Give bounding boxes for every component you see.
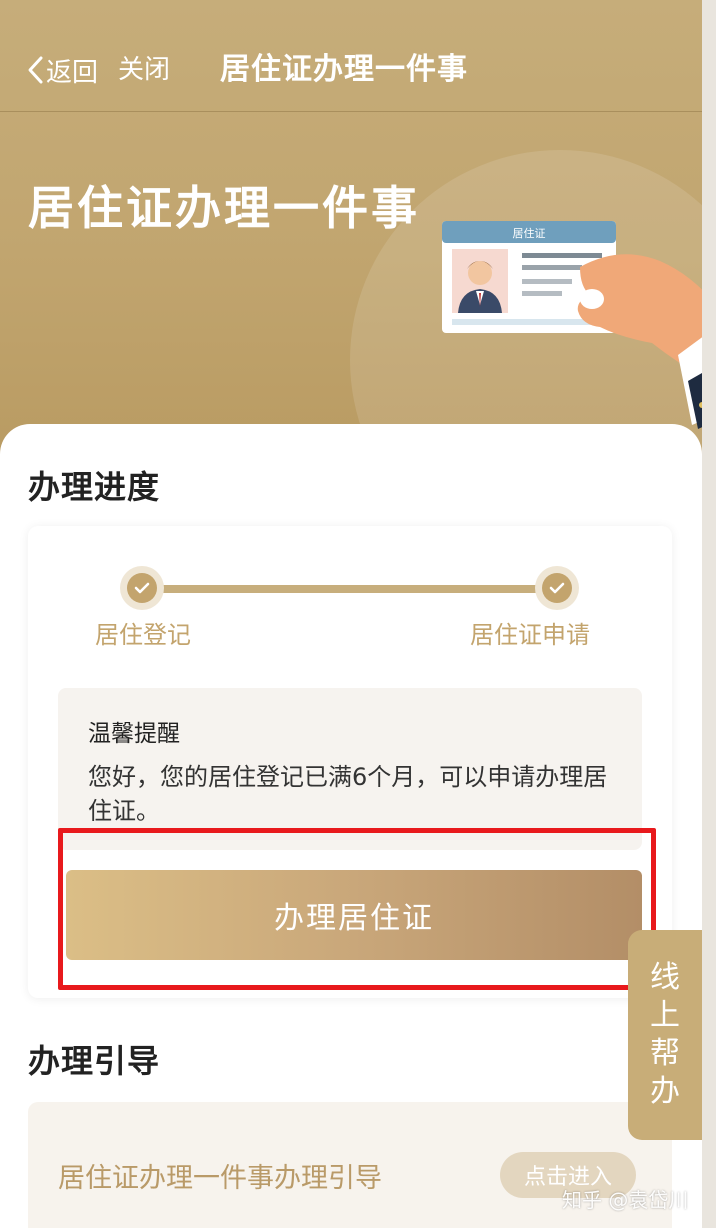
watermark: 知乎 @袁岱川: [562, 1188, 689, 1212]
back-button[interactable]: 返回: [26, 50, 98, 90]
online-help-button[interactable]: 线上帮办: [628, 930, 702, 1140]
step-2-check: [535, 566, 579, 610]
chevron-left-icon: [28, 56, 43, 84]
page-edge: [702, 0, 716, 1228]
progress-track: [142, 585, 558, 593]
close-button[interactable]: 关闭: [118, 50, 170, 90]
step-1-check: [120, 566, 164, 610]
guide-section-title: 办理引导: [28, 1042, 161, 1080]
step-label-residence-permit-application: 居住证申请: [470, 621, 590, 649]
reminder-body: 您好，您的居住登记已满6个月，可以申请办理居住证。: [88, 763, 608, 825]
check-icon: [549, 582, 565, 594]
online-help-label: 线上帮办: [650, 960, 680, 1109]
progress-section-title: 办理进度: [28, 468, 161, 506]
back-label: 返回: [46, 57, 99, 88]
step-label-residence-registration: 居住登记: [95, 621, 191, 649]
nav-bar: 返回 关闭 居住证办理一件事: [0, 0, 716, 112]
hero-banner: 返回 关闭 居住证办理一件事 居住证办理一件事 居住证: [0, 0, 716, 460]
check-icon: [134, 582, 150, 594]
reminder-title: 温馨提醒: [88, 721, 180, 747]
guide-item-text: 居住证办理一件事办理引导: [58, 1163, 382, 1194]
residence-card-illustration: 居住证: [442, 221, 716, 429]
nav-title: 居住证办理一件事: [220, 52, 468, 87]
card-label: 居住证: [513, 226, 546, 240]
apply-residence-permit-button[interactable]: 办理居住证: [66, 870, 642, 960]
page-title: 居住证办理一件事: [28, 181, 420, 235]
